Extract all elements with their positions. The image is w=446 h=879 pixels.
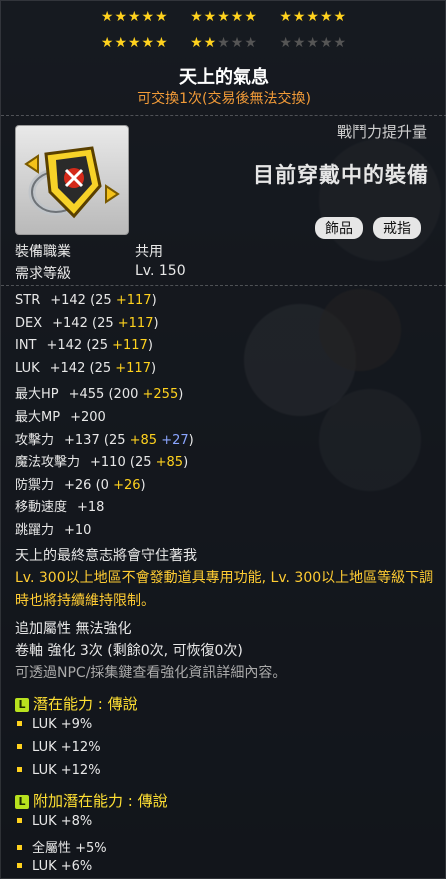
bonus-potential-line: LUK +6% [17,859,92,874]
item-tooltip: ★★★★★ ★★★★★ ★★★★★ ★★★★★ ★★★★★ ★★★★★ 天上的氣… [0,0,446,879]
stat-line: 魔法攻擊力 +110 (25 +85) [15,455,189,471]
potential-line: LUK +9% [17,717,92,732]
stat-line: 移動速度 +18 [15,500,105,516]
level-requirement: 需求等級 Lv. 150 [15,263,186,283]
divider [1,115,446,116]
job-requirement: 裝備職業 共用 [15,241,163,261]
legendary-badge-icon: L [15,698,29,712]
combat-power-label: 戰鬥力提升量 [336,123,427,141]
item-name: 天上的氣息 [179,67,269,88]
legendary-badge-icon: L [15,795,29,809]
bonus-potential-line: LUK +8% [17,814,92,829]
stat-line: 防禦力 +26 (0 +26) [15,477,146,493]
bonus-potential-header: L 附加潛在能力 : 傳說 [15,790,168,811]
ring-icon [24,146,120,219]
scroll-info: 卷軸 強化 3次 (剩餘0次, 可恢復0次) [15,643,243,659]
potential-line: LUK +12% [17,763,101,778]
job-value: 共用 [135,244,163,260]
job-label: 裝備職業 [15,244,71,260]
star-force-row-2: ★★★★★ ★★★★★ ★★★★★ [100,35,348,51]
stat-line: 跳躍力 +10 [15,523,92,538]
flavor-text: 天上的最終意志將會守住著我 [15,548,197,564]
stat-line: LUK +142 (25 +117) [15,360,157,376]
level-restriction-warning: Lv. 300以上地區不會發動道具專用功能, Lv. 300以上地區等級下調時也… [15,570,434,609]
stat-line: 最大HP +455 (200 +255) [15,387,184,403]
tag-ring: 戒指 [373,217,421,239]
enhance-hint: 可透過NPC/採集鍵查看強化資訊詳細內容。 [15,665,287,681]
stat-line: INT +142 (25 +117) [15,338,153,354]
potential-header: L 潛在能力 : 傳說 [15,693,138,714]
divider [1,285,446,286]
tag-accessory: 飾品 [315,217,363,239]
star-force-row-1: ★★★★★ ★★★★★ ★★★★★ [100,9,348,25]
bonus-potential-line: 全屬性 +5% [17,837,107,856]
stat-line: 攻擊力 +137 (25 +85 +27) [15,432,194,448]
additional-attribute: 追加屬性 無法強化 [15,621,132,637]
stat-line: STR +142 (25 +117) [15,293,157,308]
trade-note: 可交換1次(交易後無法交換) [137,91,311,107]
level-label: 需求等級 [15,266,71,282]
item-icon-frame [15,125,129,235]
equipped-label: 目前穿戴中的裝備 [253,163,429,187]
level-value: Lv. 150 [135,263,186,279]
stat-line: DEX +142 (25 +117) [15,315,159,331]
stat-line: 最大MP +200 [15,410,106,425]
potential-line: LUK +12% [17,740,101,755]
